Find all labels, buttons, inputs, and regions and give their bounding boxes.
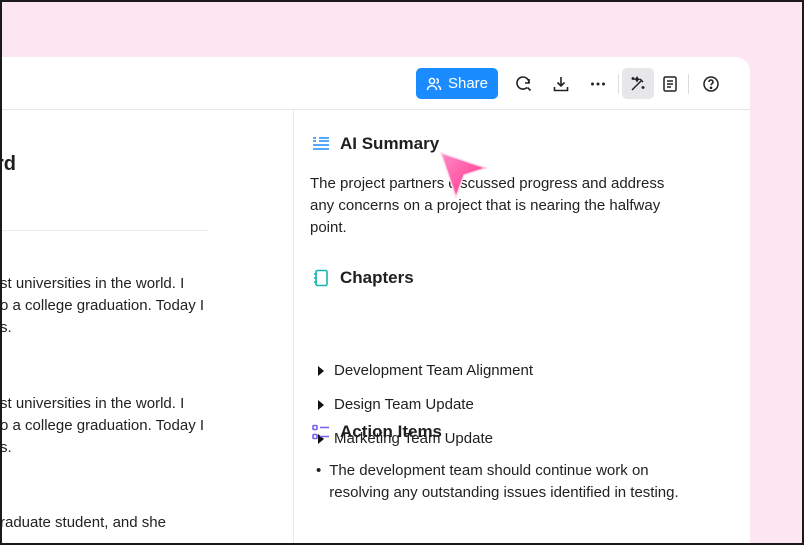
summary-icon [312,135,330,153]
notes-button[interactable] [654,68,686,99]
document-title: rd [2,153,16,175]
expand-triangle-icon [318,365,324,376]
refresh-search-icon [516,75,532,91]
checklist-icon [312,423,330,441]
notes-icon [663,75,677,92]
toolbar: Share [2,57,750,110]
chapters-icon [312,269,330,287]
chapter-item[interactable]: Design Team Update [318,396,474,413]
expand-triangle-icon [318,399,324,410]
transcript-paragraph: st universities in the world. I o a coll… [2,275,205,336]
ai-tools-button[interactable] [622,68,654,99]
more-icon [591,82,605,85]
download-icon [553,76,569,91]
chapters-heading: Chapters [312,268,414,288]
help-icon [703,75,719,92]
toolbar-divider [618,74,619,94]
download-button[interactable] [545,68,577,99]
help-button[interactable] [695,68,727,99]
magic-wand-icon [631,75,645,91]
ai-summary-heading: AI Summary [312,134,439,154]
toolbar-divider [688,74,689,94]
chapter-item[interactable]: Development Team Alignment [318,362,533,379]
transcript-pane: rd st universities in the world. I o a c… [2,110,293,543]
refresh-search-button[interactable] [508,68,540,99]
action-item: • The development team should continue w… [316,462,679,501]
transcript-paragraph: raduate student, and she [2,514,166,531]
ai-panel: AI Summary The project partners discusse… [294,110,750,543]
transcript-paragraph: st universities in the world. I o a coll… [2,395,205,456]
divider [2,230,209,231]
share-label: Share [447,75,489,92]
pointer-cursor-icon [440,152,487,198]
share-button[interactable]: Share [416,68,498,99]
app-window: Share d st universities in the world. I … [2,57,750,543]
more-button[interactable] [582,68,614,99]
action-items-heading: Action Items [312,422,442,442]
ai-summary-text: The project partners discussed progress … [310,175,665,236]
users-icon [426,77,442,90]
